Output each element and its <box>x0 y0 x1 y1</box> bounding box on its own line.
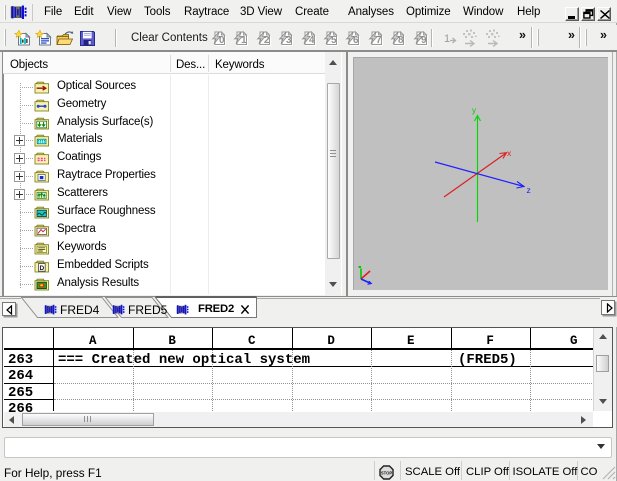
svg-text:x: x <box>507 148 512 158</box>
svg-text:D: D <box>39 265 44 272</box>
svg-text:STOP: STOP <box>381 470 393 475</box>
svg-text:1: 1 <box>444 33 450 45</box>
svg-text:z: z <box>527 185 531 195</box>
svg-text:y: y <box>472 106 476 115</box>
